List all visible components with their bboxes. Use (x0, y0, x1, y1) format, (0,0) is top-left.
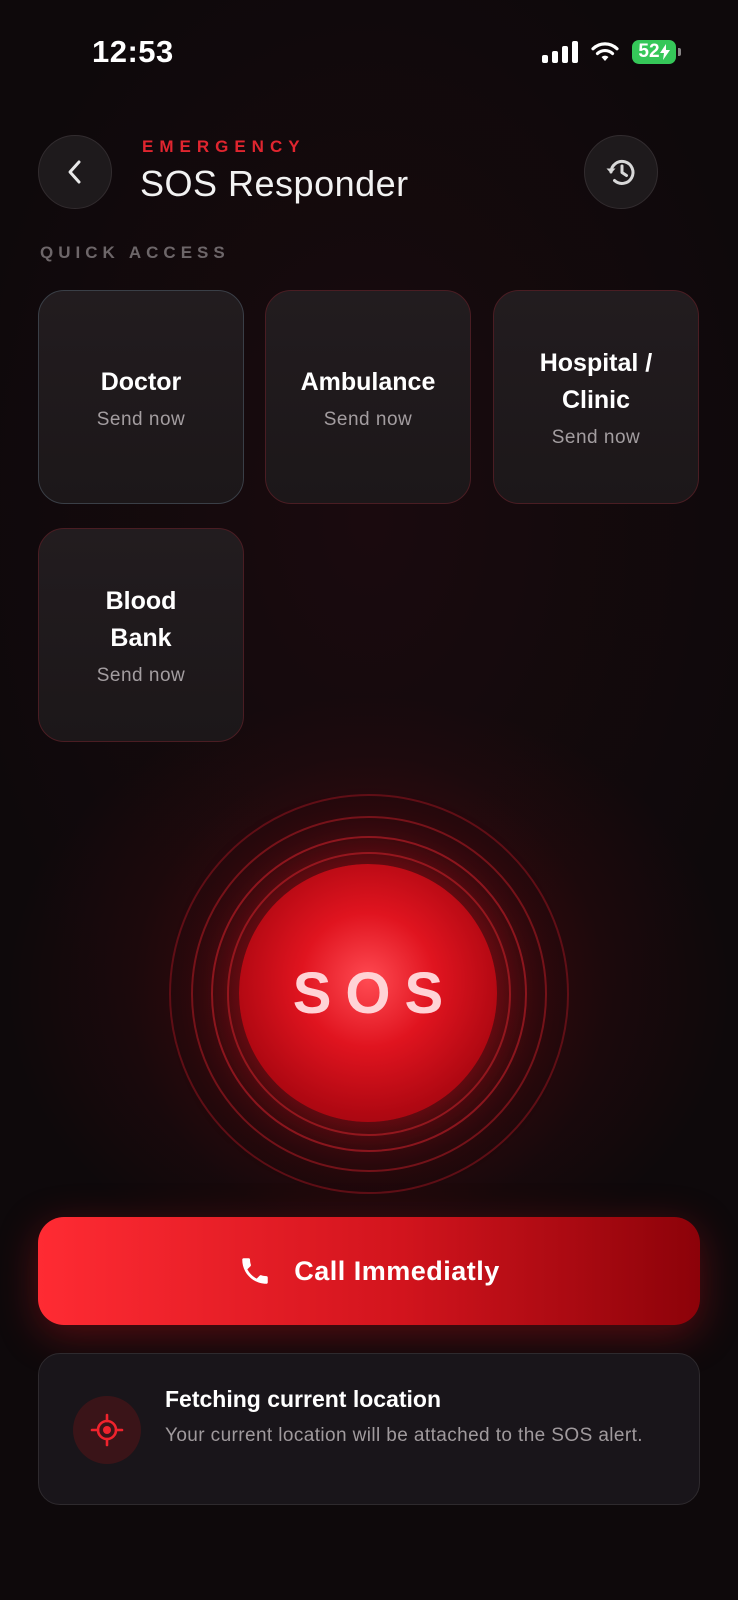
location-title: Fetching current location (165, 1386, 442, 1412)
crosshair-icon (90, 1413, 124, 1447)
sos-label: SOS (292, 960, 458, 1026)
phone-icon (242, 1258, 268, 1284)
charging-bolt-icon (659, 44, 670, 60)
card-title: Ambulance (300, 367, 436, 396)
sos-button-area: SOS (129, 754, 609, 1234)
status-icons: 52 (542, 40, 681, 64)
quick-access-label: QUICK ACCESS (40, 243, 230, 262)
status-time: 12:53 (92, 34, 174, 69)
location-icon-badge (73, 1396, 141, 1464)
sos-screen: 12:53 52 EMERGENCY SOS Responder QUICK A… (0, 0, 738, 1600)
card-subtitle: Send now (96, 408, 186, 430)
wifi-icon (591, 42, 619, 61)
battery-level: 52 (638, 41, 660, 62)
quick-access-card-doctor[interactable]: Doctor Send now (38, 290, 244, 504)
page-title: SOS Responder (140, 163, 409, 204)
quick-access-card-ambulance[interactable]: Ambulance Send now (265, 290, 471, 504)
card-title: Blood Bank (105, 587, 177, 652)
sos-button[interactable]: SOS (239, 864, 497, 1122)
back-button[interactable] (38, 135, 112, 209)
call-button-label: Call Immediatly (294, 1255, 500, 1286)
card-title: Hospital / Clinic (539, 349, 653, 414)
quick-access-card-blood-bank[interactable]: Blood Bank Send now (38, 528, 244, 742)
chevron-left-icon (68, 160, 81, 184)
cellular-signal-icon (542, 41, 578, 63)
location-status-card: Fetching current location Your current l… (38, 1353, 700, 1505)
status-bar: 12:53 52 (0, 0, 738, 100)
card-subtitle: Send now (551, 427, 641, 448)
card-subtitle: Send now (96, 665, 186, 686)
card-title: Doctor (100, 367, 182, 396)
history-button[interactable] (584, 135, 658, 209)
battery-indicator: 52 (632, 40, 681, 64)
card-subtitle: Send now (323, 408, 413, 430)
quick-access-card-hospital[interactable]: Hospital / Clinic Send now (493, 290, 699, 504)
history-icon (606, 159, 635, 185)
header-eyebrow: EMERGENCY (142, 137, 306, 156)
call-immediately-button[interactable]: Call Immediatly (38, 1217, 700, 1325)
location-description: Your current location will be attached t… (165, 1425, 643, 1446)
